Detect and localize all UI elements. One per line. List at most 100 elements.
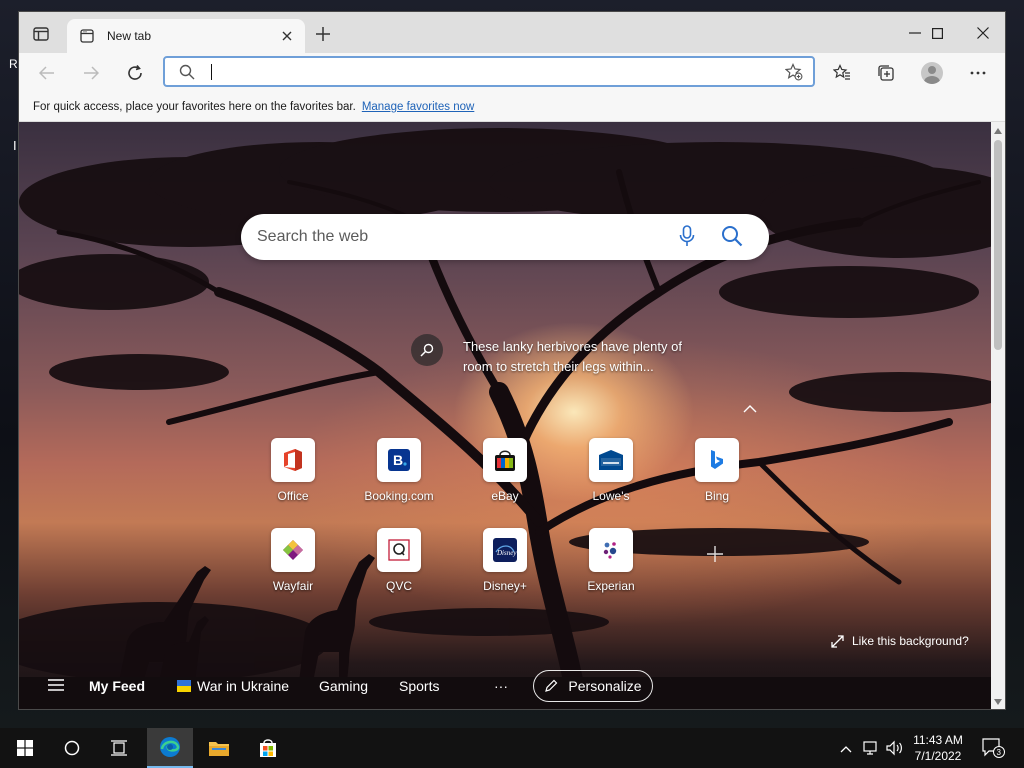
- quick-link-label: eBay: [491, 489, 519, 503]
- feed-tab-gaming[interactable]: Gaming: [319, 678, 368, 694]
- start-button[interactable]: [2, 728, 48, 768]
- scrollbar-thumb[interactable]: [994, 140, 1002, 350]
- store-icon: [260, 739, 276, 757]
- network-icon[interactable]: [862, 740, 880, 761]
- web-search-input[interactable]: [257, 226, 657, 248]
- like-background-label: Like this background?: [852, 634, 969, 648]
- refresh-button[interactable]: [123, 62, 147, 84]
- text-cursor: [211, 64, 212, 80]
- office-icon: [271, 438, 315, 482]
- new-tab-button[interactable]: [313, 24, 333, 44]
- scroll-up-icon[interactable]: [994, 128, 1002, 134]
- cortana-circle-icon: [64, 740, 80, 756]
- favorites-bar: For quick access, place your favorites h…: [19, 93, 1005, 122]
- address-bar[interactable]: [163, 56, 815, 87]
- personalize-button[interactable]: Personalize: [533, 670, 653, 702]
- ukraine-flag-icon: [177, 680, 191, 692]
- new-tab-icon: [79, 28, 95, 44]
- feed-navigation: My Feed War in Ukraine Gaming Sports ···…: [19, 662, 991, 709]
- search-taskbar-button[interactable]: [49, 728, 95, 768]
- svg-text:Disney+: Disney+: [496, 549, 517, 557]
- feed-tab-war-in-ukraine[interactable]: War in Ukraine: [177, 678, 289, 694]
- image-description[interactable]: These lanky herbivores have plenty of ro…: [463, 337, 703, 377]
- feed-tab-sports[interactable]: Sports: [399, 678, 439, 694]
- back-button[interactable]: [35, 62, 59, 84]
- quick-link-office[interactable]: Office: [248, 438, 338, 503]
- favorites-icon[interactable]: [831, 62, 853, 84]
- tab-title: New tab: [107, 29, 152, 43]
- notification-center-icon[interactable]: 3: [982, 738, 1006, 763]
- feed-tab-my-feed[interactable]: My Feed: [89, 678, 145, 694]
- edge-taskbar-button[interactable]: [147, 728, 193, 768]
- web-search-box: [241, 214, 769, 260]
- disney-icon: Disney+: [483, 528, 527, 572]
- quick-link-lowes[interactable]: Lowe's: [566, 438, 656, 503]
- qvc-icon: [377, 528, 421, 572]
- lowes-icon: [589, 438, 633, 482]
- pencil-icon: [545, 679, 558, 692]
- quick-link-wayfair[interactable]: Wayfair: [248, 528, 338, 593]
- collections-icon[interactable]: [875, 62, 897, 84]
- quick-link-label: Office: [277, 489, 309, 503]
- clock-time: 11:43 AM: [913, 733, 963, 747]
- notification-count: 3: [997, 748, 1002, 757]
- quick-link-label: Booking.com: [364, 489, 434, 503]
- collapse-chevron-icon[interactable]: [743, 400, 757, 416]
- more-options-icon[interactable]: [967, 62, 989, 84]
- add-site-icon[interactable]: [706, 543, 724, 569]
- quick-link-qvc[interactable]: QVC: [354, 528, 444, 593]
- maximize-button[interactable]: [915, 20, 959, 46]
- microsoft-store-button[interactable]: [245, 728, 291, 768]
- search-button[interactable]: [721, 225, 743, 252]
- close-tab-icon[interactable]: [279, 28, 295, 44]
- tab-actions-icon[interactable]: [29, 24, 53, 44]
- quick-link-ebay[interactable]: eBay: [460, 438, 550, 503]
- quick-link-bing[interactable]: Bing: [672, 438, 762, 503]
- tab-bar: New tab: [19, 12, 1005, 53]
- manage-favorites-link[interactable]: Manage favorites now: [362, 101, 475, 113]
- avatar: [921, 62, 943, 84]
- quick-link-disney[interactable]: Disney+ Disney+: [460, 528, 550, 593]
- volume-icon[interactable]: [886, 740, 904, 761]
- taskbar: 11:43 AM 7/1/2022 3: [0, 728, 1024, 768]
- image-search-icon[interactable]: [411, 334, 443, 366]
- like-background-button[interactable]: Like this background?: [831, 634, 969, 648]
- image-info[interactable]: These lanky herbivores have plenty of ro…: [411, 334, 703, 377]
- browser-window: New tab For quick access, place your fav…: [18, 11, 1006, 710]
- edge-icon: [160, 737, 180, 757]
- show-hidden-icons[interactable]: [840, 740, 852, 758]
- profile-button[interactable]: [921, 62, 943, 84]
- search-icon: [179, 64, 195, 85]
- quick-link-experian[interactable]: Experian: [566, 528, 656, 593]
- tab-new-tab[interactable]: New tab: [67, 19, 305, 53]
- svg-text:B: B: [393, 452, 403, 468]
- file-explorer-button[interactable]: [196, 728, 242, 768]
- task-view-icon: [111, 740, 127, 756]
- page-scrollbar[interactable]: [991, 122, 1005, 709]
- desktop-icon-label[interactable]: I: [13, 138, 17, 153]
- close-window-button[interactable]: [961, 20, 1005, 46]
- microphone-icon[interactable]: [679, 225, 695, 252]
- system-clock[interactable]: 11:43 AM 7/1/2022: [906, 732, 970, 764]
- new-tab-page: These lanky herbivores have plenty of ro…: [19, 122, 991, 709]
- address-input[interactable]: [215, 61, 775, 83]
- quick-link-label: QVC: [385, 579, 412, 593]
- add-favorite-icon[interactable]: [784, 63, 803, 86]
- hamburger-menu-icon[interactable]: [47, 678, 65, 697]
- scroll-down-icon[interactable]: [994, 699, 1002, 705]
- quick-link-label: Bing: [704, 489, 730, 503]
- quick-link-label: Wayfair: [272, 579, 314, 593]
- quick-link-booking[interactable]: B Booking.com: [354, 438, 444, 503]
- more-feeds-button[interactable]: ···: [494, 678, 508, 694]
- forward-button[interactable]: [79, 62, 103, 84]
- quick-link-label: Experian: [587, 579, 635, 593]
- ebay-icon: [483, 438, 527, 482]
- clock-date: 7/1/2022: [914, 749, 962, 763]
- wayfair-icon: [271, 528, 315, 572]
- desktop-icon-label[interactable]: R: [9, 57, 18, 71]
- task-view-button[interactable]: [96, 728, 142, 768]
- windows-logo-icon: [17, 740, 33, 756]
- feed-tab-label: War in Ukraine: [197, 678, 290, 694]
- quick-link-label: Disney+: [483, 579, 527, 593]
- personalize-label: Personalize: [568, 678, 642, 694]
